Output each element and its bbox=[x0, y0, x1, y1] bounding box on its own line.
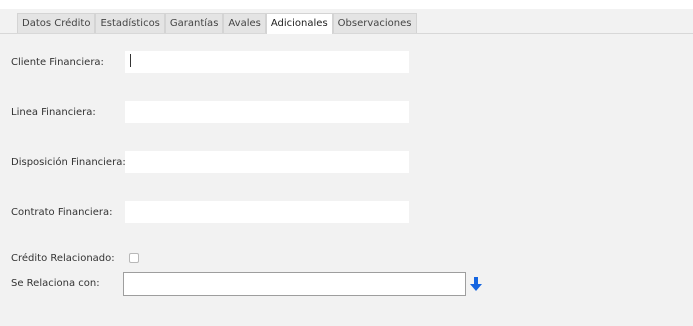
text-caret bbox=[130, 54, 131, 67]
tab-datos-credito[interactable]: Datos Crédito bbox=[17, 13, 96, 33]
disposicion-financiera-label: Disposición Financiera: bbox=[11, 157, 126, 168]
se-relaciona-con-input[interactable] bbox=[123, 272, 466, 296]
linea-financiera-input[interactable] bbox=[125, 101, 409, 123]
contrato-financiera-label: Contrato Financiera: bbox=[11, 207, 113, 218]
linea-financiera-label: Linea Financiera: bbox=[11, 107, 96, 118]
credito-relacionado-checkbox[interactable] bbox=[129, 253, 139, 263]
arrow-down-icon bbox=[470, 277, 482, 291]
cliente-financiera-input[interactable] bbox=[125, 51, 409, 73]
tab-estadisticos[interactable]: Estadísticos bbox=[95, 13, 165, 33]
top-strip bbox=[0, 0, 693, 9]
tab-avales[interactable]: Avales bbox=[223, 13, 266, 33]
disposicion-financiera-input[interactable] bbox=[125, 151, 409, 173]
tab-observaciones[interactable]: Observaciones bbox=[332, 13, 417, 33]
contrato-financiera-input[interactable] bbox=[125, 201, 409, 223]
cliente-financiera-label: Cliente Financiera: bbox=[11, 57, 104, 68]
se-relaciona-con-label: Se Relaciona con: bbox=[11, 278, 100, 289]
tab-garantias[interactable]: Garantías bbox=[164, 13, 224, 33]
relate-button[interactable] bbox=[469, 276, 483, 292]
credito-relacionado-label: Crédito Relacionado: bbox=[11, 253, 115, 264]
tab-adicionales[interactable]: Adicionales bbox=[265, 13, 333, 34]
tab-divider bbox=[0, 33, 693, 34]
tab-bar: Datos Crédito Estadísticos Garantías Ava… bbox=[17, 13, 417, 34]
